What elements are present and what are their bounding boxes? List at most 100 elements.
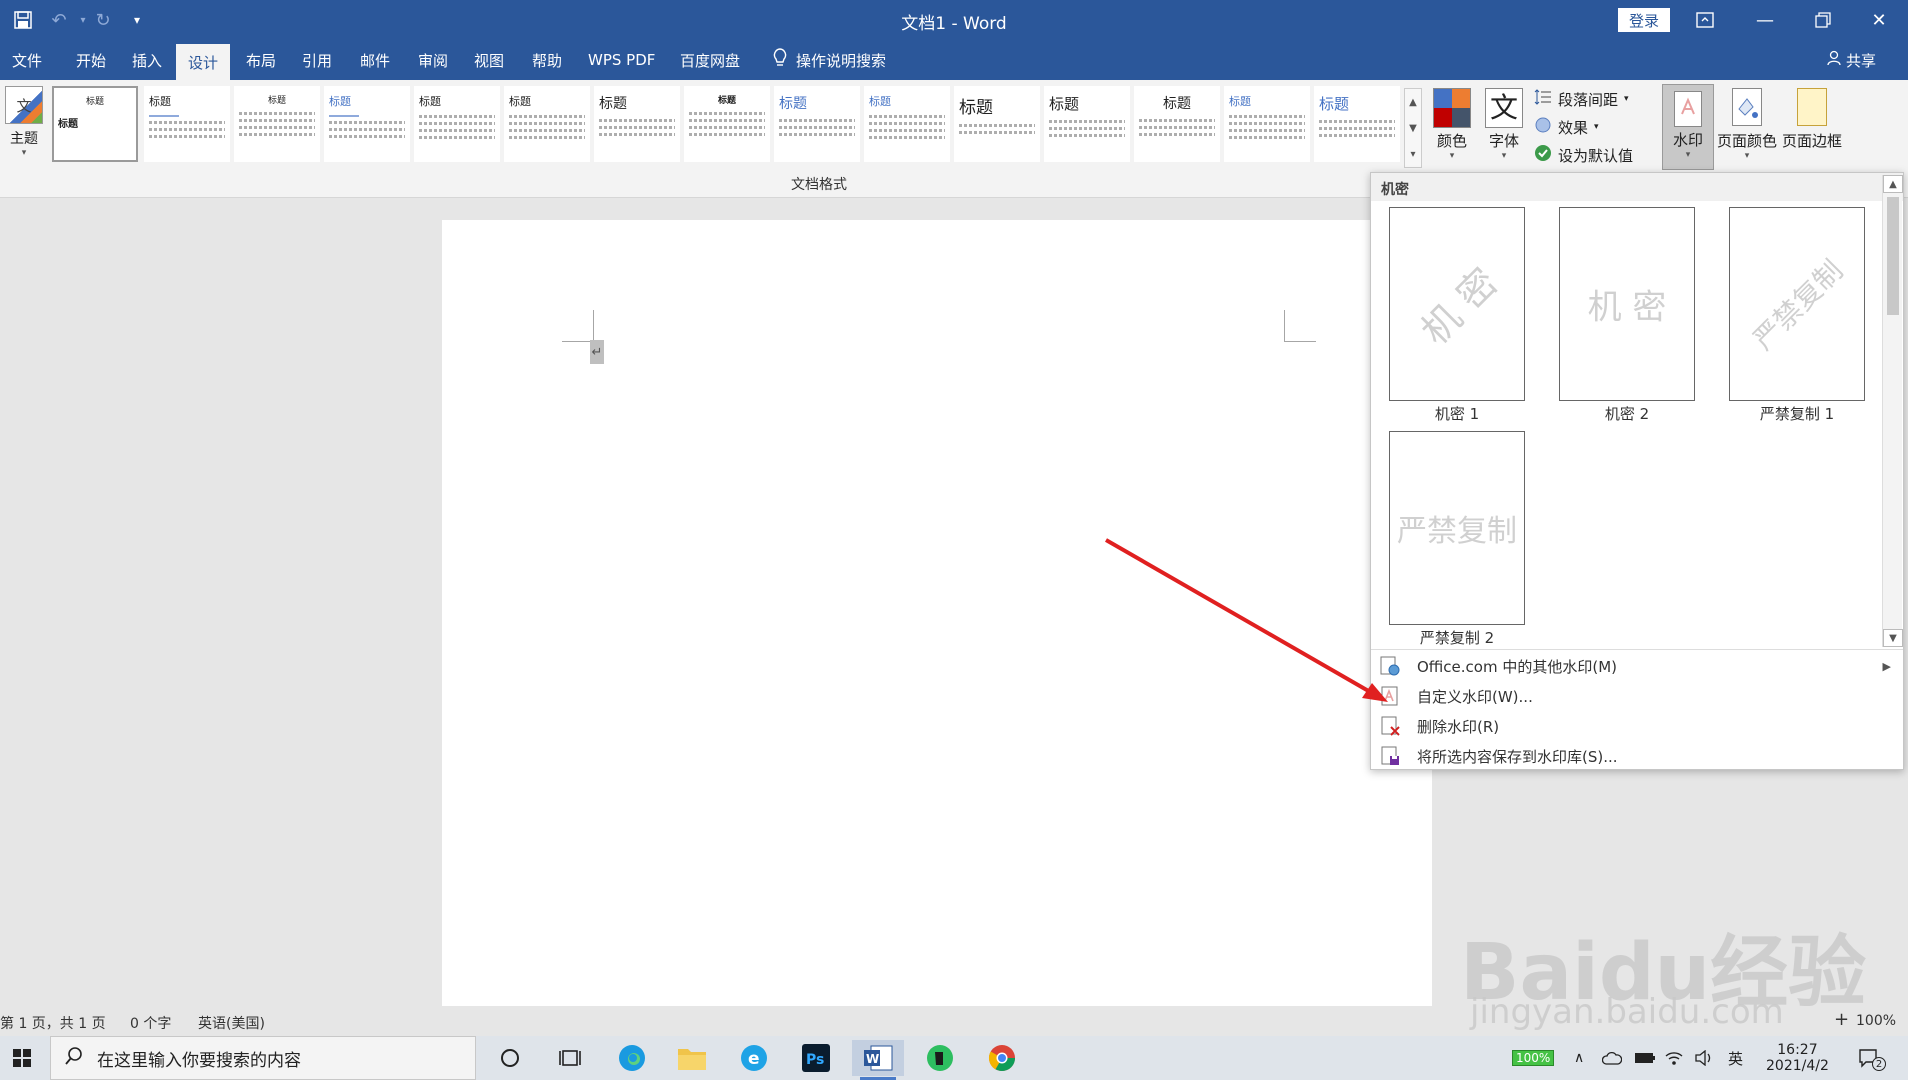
themes-button[interactable]: 文 主题 ▾ <box>4 86 44 170</box>
style-thumb[interactable]: 标题 <box>324 86 410 162</box>
save-selection-to-gallery-item[interactable]: 将所选内容保存到水印库(S)... <box>1371 741 1903 771</box>
style-thumb[interactable]: 标题 <box>864 86 950 162</box>
volume-icon[interactable] <box>1694 1036 1714 1080</box>
wifi-icon[interactable] <box>1664 1036 1684 1080</box>
battery-icon[interactable] <box>1634 1036 1656 1080</box>
gallery-more-icon[interactable]: ▾ <box>1410 149 1415 160</box>
crop-mark-top-right <box>1284 310 1316 342</box>
style-thumb[interactable]: 标题 <box>1134 86 1220 162</box>
document-page[interactable] <box>442 220 1432 1006</box>
fonts-icon: 文 <box>1485 88 1523 128</box>
style-thumb[interactable]: 标题 <box>1314 86 1400 162</box>
style-thumb[interactable]: 标题 <box>954 86 1040 162</box>
notification-center-icon[interactable]: 2 <box>1858 1036 1886 1080</box>
tab-mailings[interactable]: 邮件 <box>356 40 394 80</box>
restore-icon[interactable] <box>1794 0 1852 40</box>
tab-view[interactable]: 视图 <box>470 40 508 80</box>
paragraph-spacing-button[interactable]: 段落间距 ▾ <box>1534 88 1629 110</box>
remove-watermark-item[interactable]: 删除水印(R) <box>1371 711 1903 741</box>
evernote-icon[interactable] <box>914 1040 966 1076</box>
fonts-button[interactable]: 文 字体 ▾ <box>1476 88 1532 161</box>
watermark-button[interactable]: 水印 ▾ <box>1662 84 1714 170</box>
style-thumb[interactable]: 标题 <box>234 86 320 162</box>
scroll-up-icon[interactable]: ▲ <box>1409 97 1417 108</box>
themes-icon: 文 <box>5 86 43 124</box>
notification-count-badge: 2 <box>1872 1057 1886 1071</box>
minimize-icon[interactable]: — <box>1736 0 1794 40</box>
style-thumb[interactable]: 标题 <box>504 86 590 162</box>
watermark-thumbnail: 严禁复制 <box>1729 207 1865 401</box>
tab-baidu-netdisk[interactable]: 百度网盘 <box>676 40 744 80</box>
custom-watermark-label: 自定义水印(W)... <box>1417 687 1533 706</box>
watermark-thumbnail: 严禁复制 <box>1389 431 1525 625</box>
tab-help[interactable]: 帮助 <box>528 40 566 80</box>
tab-insert[interactable]: 插入 <box>128 40 166 80</box>
page-borders-icon <box>1797 88 1827 126</box>
word-app-icon[interactable]: W <box>852 1040 904 1080</box>
page-count[interactable]: 第 1 页，共 1 页 <box>0 1013 106 1033</box>
word-count[interactable]: 0 个字 <box>130 1013 171 1033</box>
page-borders-button[interactable]: 页面边框 <box>1780 88 1844 151</box>
chevron-down-icon: ▾ <box>1685 150 1691 160</box>
show-hidden-icons-chevron[interactable]: ∧ <box>1574 1036 1584 1080</box>
watermark-option-confidential-2[interactable]: 机 密 机密 2 <box>1559 207 1695 424</box>
confidential-section-header: 机密 <box>1371 173 1903 201</box>
tell-me-search[interactable]: 操作说明搜索 <box>772 40 886 80</box>
effects-icon <box>1534 116 1552 138</box>
watermark-option-confidential-1[interactable]: 机 密 机密 1 <box>1389 207 1525 424</box>
style-thumb[interactable]: 标题 <box>1044 86 1130 162</box>
close-icon[interactable]: ✕ <box>1850 0 1908 40</box>
tab-home[interactable]: 开始 <box>72 40 110 80</box>
style-thumb[interactable]: 标题 <box>594 86 680 162</box>
watermark-thumbnail: 机 密 <box>1389 207 1525 401</box>
dropdown-scrollbar[interactable]: ▲ ▼ <box>1882 175 1903 647</box>
ribbon-display-options-icon[interactable] <box>1676 0 1734 40</box>
tab-review[interactable]: 审阅 <box>414 40 452 80</box>
style-thumb[interactable]: 标题 <box>1224 86 1310 162</box>
tab-layout[interactable]: 布局 <box>242 40 280 80</box>
style-thumb[interactable]: 标题 <box>684 86 770 162</box>
clock[interactable]: 16:27 2021/4/2 <box>1766 1036 1829 1080</box>
task-view-icon[interactable] <box>544 1040 596 1076</box>
tab-file[interactable]: 文件 <box>8 40 46 80</box>
chrome-icon[interactable] <box>976 1040 1028 1076</box>
set-as-default-button[interactable]: 设为默认值 <box>1534 144 1633 166</box>
file-explorer-icon[interactable] <box>666 1040 718 1076</box>
page-color-icon <box>1732 88 1762 126</box>
more-watermarks-from-office-item[interactable]: Office.com 中的其他水印(M) ▶ <box>1371 651 1903 681</box>
watermark-option-do-not-copy-2[interactable]: 严禁复制 严禁复制 2 <box>1389 431 1525 648</box>
language-indicator[interactable]: 英语(美国) <box>198 1013 265 1033</box>
cortana-icon[interactable] <box>484 1040 536 1076</box>
style-thumb[interactable]: 标题 <box>774 86 860 162</box>
tab-wps-pdf[interactable]: WPS PDF <box>584 40 659 80</box>
remove-watermark-icon <box>1379 715 1401 737</box>
taskbar-search-box[interactable]: 在这里输入你要搜索的内容 <box>50 1036 476 1080</box>
crop-mark-top-left <box>562 310 594 342</box>
battery-indicator[interactable]: 100% <box>1512 1036 1555 1080</box>
style-thumb[interactable]: 标题 <box>144 86 230 162</box>
login-button[interactable]: 登录 <box>1618 8 1670 32</box>
ie-browser-icon[interactable]: e <box>728 1040 780 1076</box>
chevron-down-icon: ▾ <box>1449 151 1455 161</box>
scroll-down-icon[interactable]: ▼ <box>1409 123 1417 134</box>
edge-browser-icon[interactable] <box>606 1040 658 1076</box>
watermark-option-do-not-copy-1[interactable]: 严禁复制 严禁复制 1 <box>1729 207 1865 424</box>
custom-watermark-item[interactable]: 自定义水印(W)... <box>1371 681 1903 711</box>
effects-button[interactable]: 效果 ▾ <box>1534 116 1599 138</box>
input-method-indicator[interactable]: 英 <box>1728 1036 1743 1080</box>
style-thumb[interactable]: 标题 标题 <box>52 86 138 162</box>
share-button[interactable]: 共享 <box>1826 40 1876 80</box>
svg-text:Ps: Ps <box>806 1052 824 1068</box>
windows-start-icon[interactable] <box>0 1040 44 1076</box>
scroll-up-icon[interactable]: ▲ <box>1883 175 1903 193</box>
onedrive-cloud-icon[interactable] <box>1602 1036 1622 1080</box>
scroll-down-icon[interactable]: ▼ <box>1883 629 1903 647</box>
gallery-scrollbar[interactable]: ▲ ▼ ▾ <box>1404 88 1422 168</box>
photoshop-icon[interactable]: Ps <box>790 1040 842 1076</box>
tab-references[interactable]: 引用 <box>298 40 336 80</box>
tab-design[interactable]: 设计 <box>176 44 231 80</box>
colors-button[interactable]: 颜色 ▾ <box>1424 88 1480 161</box>
style-thumb[interactable]: 标题 <box>414 86 500 162</box>
page-color-button[interactable]: 页面颜色 ▾ <box>1716 88 1778 161</box>
scrollbar-thumb[interactable] <box>1887 197 1899 315</box>
